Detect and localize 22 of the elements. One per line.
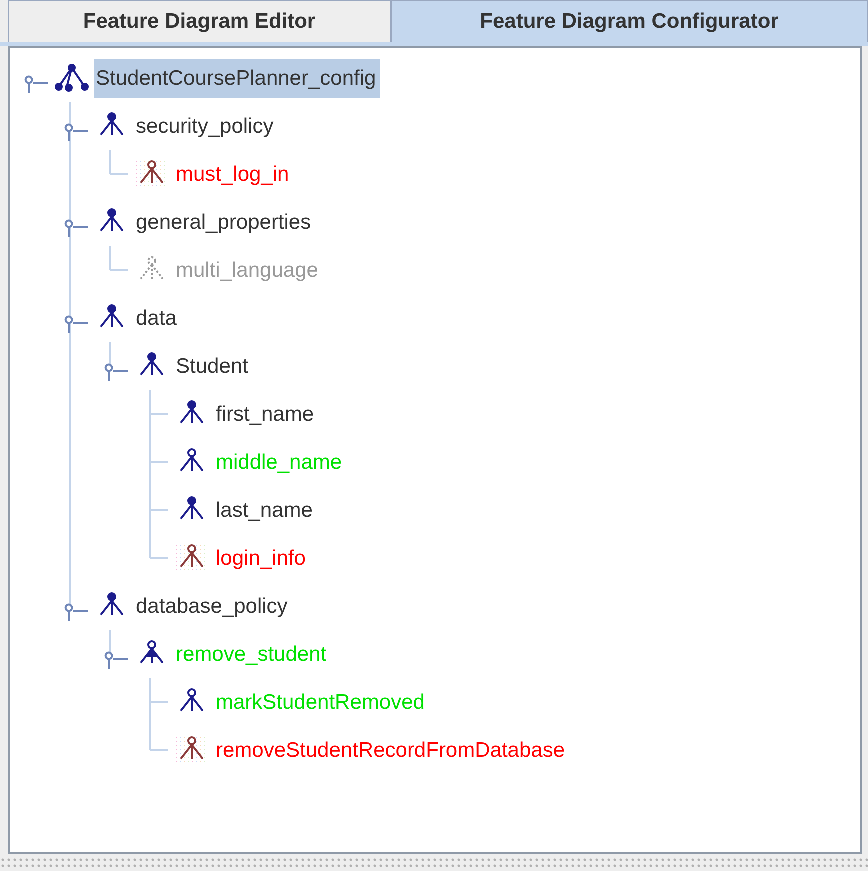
expand-handle-icon[interactable] — [104, 649, 130, 669]
tree-item[interactable]: removeStudentRecordFromDatabase — [214, 730, 570, 770]
tree-item[interactable]: data — [134, 298, 181, 338]
splitter-bar[interactable] — [0, 857, 868, 870]
tree-item[interactable]: security_policy — [134, 106, 278, 146]
expand-handle-icon[interactable] — [64, 121, 90, 141]
tree-item[interactable]: StudentCoursePlanner_config — [94, 58, 380, 98]
expand-handle-icon[interactable] — [104, 361, 130, 381]
tree-item[interactable]: general_properties — [134, 202, 316, 242]
tree-item[interactable]: login_info — [214, 538, 310, 578]
tree-item[interactable]: Student — [174, 346, 252, 386]
expand-handle-icon[interactable] — [64, 313, 90, 333]
expand-handle-icon[interactable] — [64, 601, 90, 621]
tree-item[interactable]: first_name — [214, 394, 318, 434]
expand-handle-icon[interactable] — [64, 217, 90, 237]
tab[interactable]: Feature Diagram Editor — [8, 0, 391, 42]
tree-root-icon — [54, 63, 90, 93]
tree-item[interactable]: must_log_in — [174, 154, 294, 194]
expand-handle-icon[interactable] — [24, 73, 50, 93]
tab[interactable]: Feature Diagram Configurator — [391, 0, 868, 42]
tree-item[interactable]: database_policy — [134, 586, 292, 626]
tree-item[interactable]: last_name — [214, 490, 317, 530]
